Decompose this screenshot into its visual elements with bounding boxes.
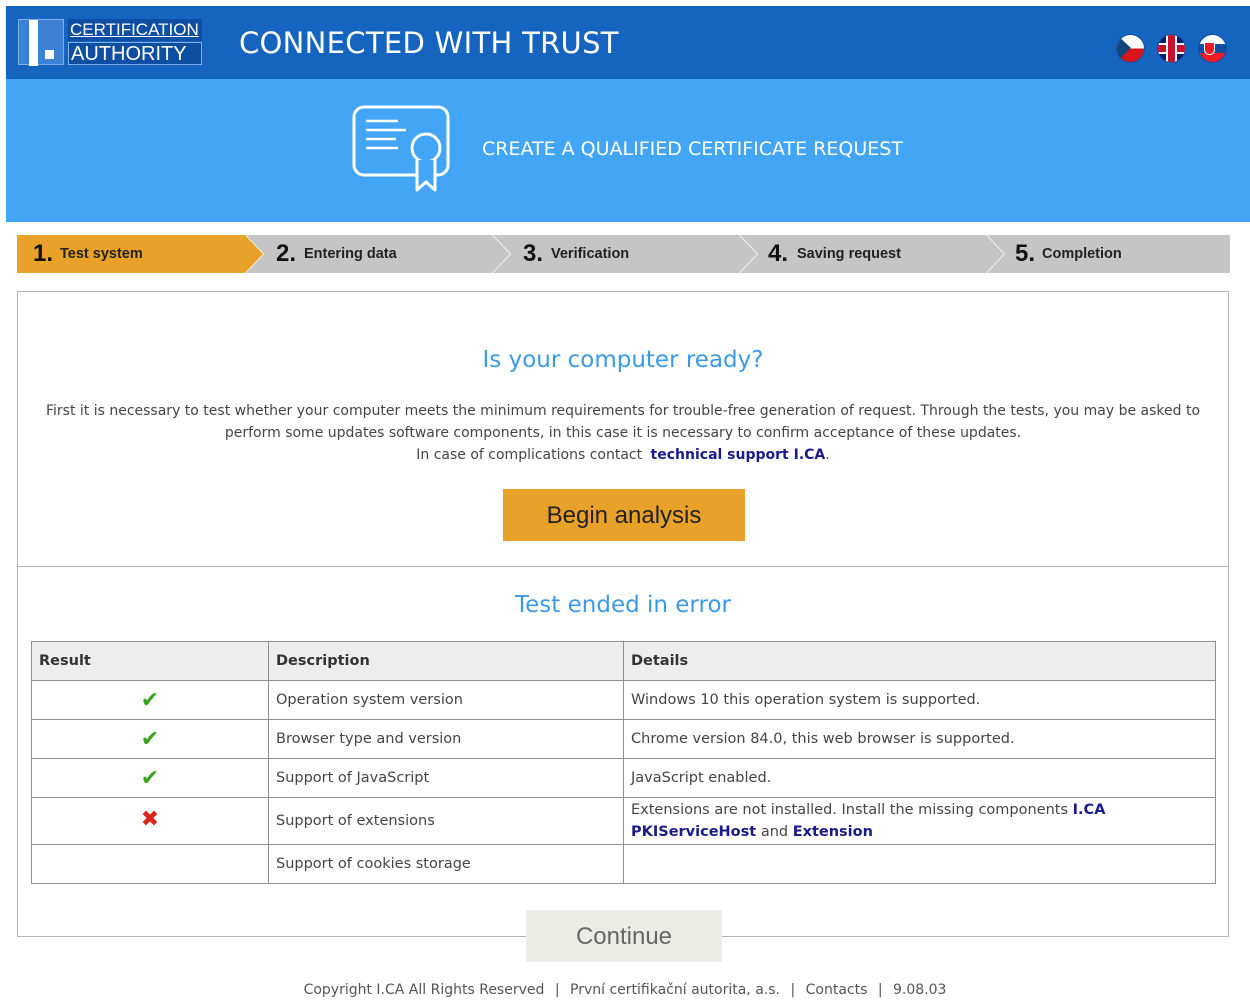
certificate-icon bbox=[352, 105, 450, 192]
step-number: 3. bbox=[523, 240, 544, 267]
description-cell: Support of JavaScript bbox=[268, 758, 624, 798]
logo-text: CERTIFICATION AUTHORITY bbox=[68, 19, 202, 65]
step-label: Completion bbox=[1042, 246, 1122, 262]
step-label: Test system bbox=[60, 246, 143, 262]
details-and: and bbox=[760, 824, 789, 840]
result-cell bbox=[31, 844, 269, 884]
version-text: 9.08.03 bbox=[893, 982, 947, 998]
column-header-description: Description bbox=[268, 641, 624, 681]
divider bbox=[18, 566, 1228, 567]
result-cell: ✔ bbox=[31, 758, 269, 798]
check-icon: ✔ bbox=[140, 765, 160, 791]
check-icon: ✔ bbox=[140, 726, 160, 752]
page-title: CREATE A QUALIFIED CERTIFICATE REQUEST bbox=[482, 138, 903, 160]
extension-link[interactable]: Extension bbox=[793, 824, 873, 840]
logo-mark bbox=[18, 19, 64, 66]
result-heading: Test ended in error bbox=[515, 592, 731, 618]
page-banner: CREATE A QUALIFIED CERTIFICATE REQUEST bbox=[6, 79, 1250, 222]
table-row: ✖ Support of extensions Extensions are n… bbox=[31, 797, 1216, 845]
results-table: Result Description Details ✔ Operation s… bbox=[31, 641, 1216, 884]
step-saving-request[interactable]: 4. Saving request bbox=[740, 235, 1004, 273]
sk-flag-icon[interactable] bbox=[1199, 35, 1226, 62]
step-label: Entering data bbox=[304, 246, 397, 262]
step-number: 2. bbox=[276, 240, 297, 267]
step-completion[interactable]: 5. Completion bbox=[987, 235, 1230, 273]
footer-separator: | bbox=[877, 982, 883, 998]
result-cell: ✔ bbox=[31, 680, 269, 720]
details-cell: Windows 10 this operation system is supp… bbox=[623, 680, 1216, 720]
logo-line2: AUTHORITY bbox=[68, 42, 202, 65]
company-link[interactable]: První certifikační autorita, a.s. bbox=[570, 982, 780, 998]
column-header-result: Result bbox=[31, 641, 269, 681]
result-cell: ✔ bbox=[31, 719, 269, 759]
details-cell: JavaScript enabled. bbox=[623, 758, 1216, 798]
wizard-steps: 1. Test system 2. Entering data 3. Verif… bbox=[17, 235, 1230, 273]
footer-separator: | bbox=[554, 982, 560, 998]
top-header: CERTIFICATION AUTHORITY CONNECTED WITH T… bbox=[6, 6, 1250, 79]
intro-contact-text: In case of complications contact bbox=[416, 447, 643, 463]
tagline: CONNECTED WITH TRUST bbox=[239, 26, 619, 60]
step-number: 4. bbox=[768, 240, 789, 267]
table-row: ✔ Support of JavaScript JavaScript enabl… bbox=[31, 758, 1216, 798]
table-row: ✔ Operation system version Windows 10 th… bbox=[31, 680, 1216, 720]
description-cell: Browser type and version bbox=[268, 719, 624, 759]
details-cell: Extensions are not installed. Install th… bbox=[623, 797, 1216, 845]
continue-button[interactable]: Continue bbox=[526, 910, 722, 962]
footer: Copyright I.CA All Rights Reserved | Prv… bbox=[0, 980, 1250, 1000]
column-header-details: Details bbox=[623, 641, 1216, 681]
footer-separator: | bbox=[790, 982, 796, 998]
table-header-row: Result Description Details bbox=[31, 641, 1216, 681]
language-switcher bbox=[1117, 35, 1226, 62]
ica-logo[interactable]: CERTIFICATION AUTHORITY bbox=[18, 19, 202, 66]
copyright-text: Copyright I.CA All Rights Reserved bbox=[303, 982, 545, 998]
table-row: Support of cookies storage bbox=[31, 844, 1216, 884]
result-cell: ✖ bbox=[31, 797, 269, 845]
intro-paragraph: First it is necessary to test whether yo… bbox=[45, 403, 1201, 441]
intro-period: . bbox=[825, 447, 830, 463]
step-verification[interactable]: 3. Verification bbox=[493, 235, 757, 273]
section-heading: Is your computer ready? bbox=[482, 347, 764, 373]
technical-support-link[interactable]: technical support I.CA bbox=[651, 447, 826, 463]
begin-analysis-button[interactable]: Begin analysis bbox=[503, 489, 745, 541]
step-entering-data[interactable]: 2. Entering data bbox=[246, 235, 510, 273]
details-cell: Chrome version 84.0, this web browser is… bbox=[623, 719, 1216, 759]
error-x-icon: ✖ bbox=[140, 807, 160, 832]
step-test-system[interactable]: 1. Test system bbox=[17, 235, 263, 273]
table-row: ✔ Browser type and version Chrome versio… bbox=[31, 719, 1216, 759]
logo-line1: CERTIFICATION bbox=[68, 19, 202, 41]
description-cell: Support of cookies storage bbox=[268, 844, 624, 884]
uk-flag-icon[interactable] bbox=[1158, 35, 1185, 62]
contacts-link[interactable]: Contacts bbox=[806, 982, 868, 998]
intro-text: First it is necessary to test whether yo… bbox=[18, 400, 1228, 466]
step-label: Saving request bbox=[797, 246, 901, 262]
description-cell: Operation system version bbox=[268, 680, 624, 720]
step-number: 1. bbox=[33, 240, 54, 267]
check-icon: ✔ bbox=[140, 687, 160, 713]
step-label: Verification bbox=[551, 246, 630, 262]
details-text: Extensions are not installed. Install th… bbox=[631, 802, 1069, 818]
test-panel: Is your computer ready? First it is nece… bbox=[17, 291, 1229, 962]
description-cell: Support of extensions bbox=[268, 797, 624, 845]
step-number: 5. bbox=[1015, 240, 1036, 267]
details-cell bbox=[623, 844, 1216, 884]
cz-flag-icon[interactable] bbox=[1117, 35, 1144, 62]
